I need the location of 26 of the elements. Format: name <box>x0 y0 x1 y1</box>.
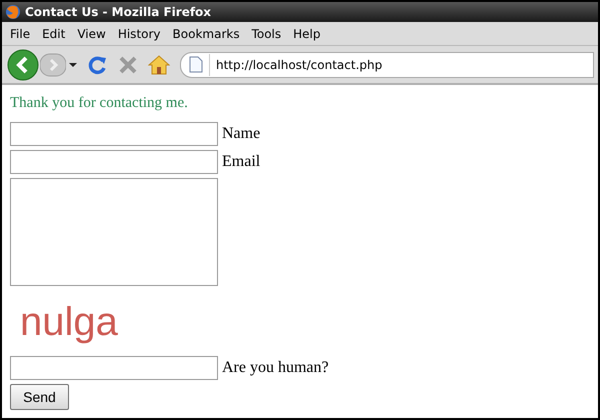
page-icon <box>189 56 203 74</box>
dropdown-icon[interactable] <box>68 62 78 68</box>
reload-icon[interactable] <box>88 54 108 75</box>
menu-item[interactable]: View <box>71 24 112 43</box>
menu-item[interactable]: Help <box>287 24 326 43</box>
menu-item[interactable]: Tools <box>246 24 288 43</box>
menu-item[interactable]: File <box>4 24 36 43</box>
home-icon[interactable] <box>148 54 170 75</box>
text-input-field[interactable] <box>10 122 218 146</box>
field-label: Email <box>222 152 260 171</box>
captcha-text: nulga <box>20 298 118 346</box>
menu-item[interactable]: Edit <box>36 24 72 43</box>
menu-item[interactable]: History <box>112 24 167 43</box>
send-button[interactable]: Send <box>10 384 69 410</box>
back-button[interactable] <box>6 48 40 82</box>
text-input-field[interactable] <box>10 150 218 174</box>
browser-logo-icon <box>5 4 21 20</box>
address-bar[interactable]: http://localhost/contact.php <box>180 52 594 78</box>
captcha-input-field[interactable] <box>10 356 218 380</box>
window-title: Contact Us - Mozilla Firefox <box>25 5 212 20</box>
menu-item[interactable]: Bookmarks <box>166 24 246 43</box>
message-text-area[interactable] <box>10 178 218 286</box>
field-label: Are you human? <box>222 358 329 377</box>
confirmation-message: Thank you for contacting me. <box>10 94 188 112</box>
close-icon[interactable] <box>118 54 138 75</box>
field-label: Name <box>222 124 260 143</box>
